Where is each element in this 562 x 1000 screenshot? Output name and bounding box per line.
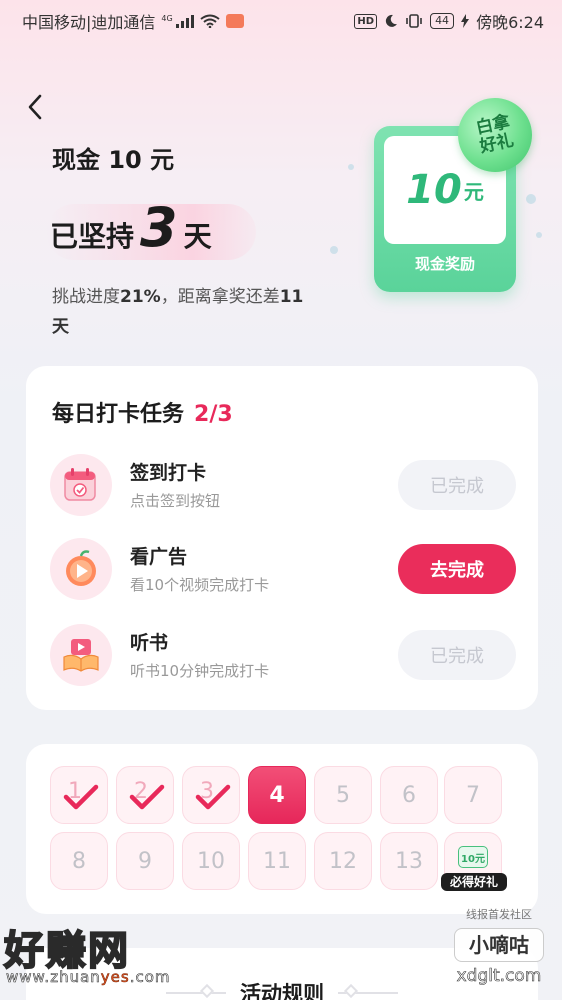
calendar-day: 13 — [380, 832, 438, 890]
day-number: 13 — [395, 848, 423, 874]
calendar-icon — [50, 454, 112, 516]
video-play-icon — [50, 538, 112, 600]
calendar-day: 5 — [314, 766, 372, 824]
decor-dot — [330, 246, 338, 254]
task-name: 签到打卡 — [130, 462, 207, 484]
checkmark-icon — [195, 784, 231, 810]
task-row-watch-ads: 看广告 看10个视频完成打卡 去完成 — [50, 534, 516, 604]
task-desc: 点击签到按钮 — [130, 492, 221, 510]
persist-suffix: 天 — [183, 220, 212, 253]
moon-icon — [385, 14, 398, 27]
days-left: 11 — [279, 287, 304, 307]
tasks-title: 每日打卡任务 2/3 — [52, 396, 233, 428]
final-gift-label: 必得好礼 — [441, 873, 507, 891]
wifi-icon — [200, 14, 220, 28]
watermark-box: 小嘀咕 — [454, 928, 544, 962]
book-icon — [50, 624, 112, 686]
charging-icon — [461, 14, 470, 28]
day-number: 8 — [72, 848, 86, 874]
tasks-count: 2/3 — [194, 402, 233, 427]
reward-label: 现金奖励 — [414, 255, 475, 273]
chevron-left-icon — [28, 94, 42, 120]
stamp-text: 白拿好礼 — [474, 111, 516, 158]
watermark-left: 好赚网 www.zhuanyes.com — [0, 918, 200, 1000]
hd-badge: HD — [354, 13, 378, 29]
watermark-small: 线报首发社区 — [466, 908, 532, 921]
network-type: 4G — [161, 14, 173, 23]
checkmark-icon — [129, 784, 165, 810]
day-number: 9 — [138, 848, 152, 874]
days-unit: 天 — [52, 317, 69, 337]
watermark-url-a: www.zhuan — [6, 968, 101, 987]
status-right: HD 44 傍晚6:24 — [354, 9, 544, 33]
day-number: 11 — [263, 848, 291, 874]
watermark-url: www.zhuanyes.com — [6, 968, 171, 987]
vibrate-icon — [406, 14, 422, 28]
checkin-calendar-card: 1 2 3 4 5 6 7 8 9 10 11 12 13 10元 必得好礼 — [26, 744, 538, 914]
calendar-day: 7 — [444, 766, 502, 824]
task-row-checkin: 签到打卡 点击签到按钮 已完成 — [50, 450, 516, 520]
signal-icon: 4G — [161, 14, 194, 28]
reward-unit: 元 — [463, 179, 484, 204]
day-number: 6 — [402, 782, 416, 808]
progress-label: 挑战进度 — [52, 287, 120, 307]
persist-prefix: 已坚持 — [50, 220, 135, 253]
calendar-day: 1 — [50, 766, 108, 824]
watermark-url-c: .com — [129, 968, 171, 987]
decor-dot — [348, 164, 354, 170]
back-button[interactable] — [22, 90, 52, 124]
daily-tasks-card: 每日打卡任务 2/3 签到打卡 点击签到按钮 已完成 看广告 看10个视频完成打… — [26, 366, 538, 710]
day-number: 7 — [466, 782, 480, 808]
page-title: 现金 10 元 — [52, 146, 175, 174]
progress-value: 21% — [120, 287, 161, 307]
completed-button[interactable]: 已完成 — [398, 630, 516, 680]
calendar-day: 12 — [314, 832, 372, 890]
calendar-day: 8 — [50, 832, 108, 890]
calendar-day: 11 — [248, 832, 306, 890]
status-left: 中国移动|迪加通信 4G — [22, 9, 244, 33]
completed-button[interactable]: 已完成 — [398, 460, 516, 510]
decor-dot — [536, 232, 542, 238]
final-gift-day: 10元必得好礼 — [441, 832, 507, 891]
decor-dot — [526, 194, 536, 204]
calendar-day: 2 — [116, 766, 174, 824]
calendar-day: 6 — [380, 766, 438, 824]
persist-streak: 已坚持 3 天 — [46, 196, 256, 264]
watermark-url-b: yes — [100, 968, 130, 987]
watermark-right: 线报首发社区 小嘀咕 xdglt.com — [444, 906, 554, 996]
day-number: 12 — [329, 848, 357, 874]
persist-days: 3 — [140, 196, 178, 259]
challenge-progress: 挑战进度21%，距离拿奖还差11 天 — [52, 282, 332, 342]
watermark-domain: xdglt.com — [456, 966, 542, 987]
calendar-day: 10 — [182, 832, 240, 890]
cash-gift-icon: 10元 — [458, 846, 488, 868]
day-number: 10 — [197, 848, 225, 874]
day-number: 5 — [336, 782, 350, 808]
carrier-text: 中国移动|迪加通信 — [22, 13, 156, 32]
task-desc: 看10个视频完成打卡 — [130, 576, 270, 594]
reward-amount: 10 — [406, 167, 462, 213]
calendar-day: 3 — [182, 766, 240, 824]
battery-icon: 44 — [430, 13, 455, 29]
task-name: 看广告 — [130, 546, 188, 568]
day-number: 4 — [269, 782, 285, 808]
task-name: 听书 — [130, 632, 169, 654]
calendar-day: 4 — [248, 766, 306, 824]
app-notification-icon — [225, 14, 244, 28]
progress-mid: ，距离拿奖还差 — [160, 287, 280, 307]
tasks-title-text: 每日打卡任务 — [52, 402, 185, 427]
go-complete-button[interactable]: 去完成 — [398, 544, 516, 594]
persist-text: 已坚持 3 天 — [46, 196, 212, 259]
status-bar: 中国移动|迪加通信 4G HD 44 傍晚6:24 — [0, 0, 562, 38]
task-desc: 听书10分钟完成打卡 — [130, 662, 270, 680]
task-row-listen-book: 听书 听书10分钟完成打卡 已完成 — [50, 620, 516, 690]
checkmark-icon — [63, 784, 99, 810]
calendar-day: 9 — [116, 832, 174, 890]
clock-text: 傍晚6:24 — [476, 13, 544, 32]
